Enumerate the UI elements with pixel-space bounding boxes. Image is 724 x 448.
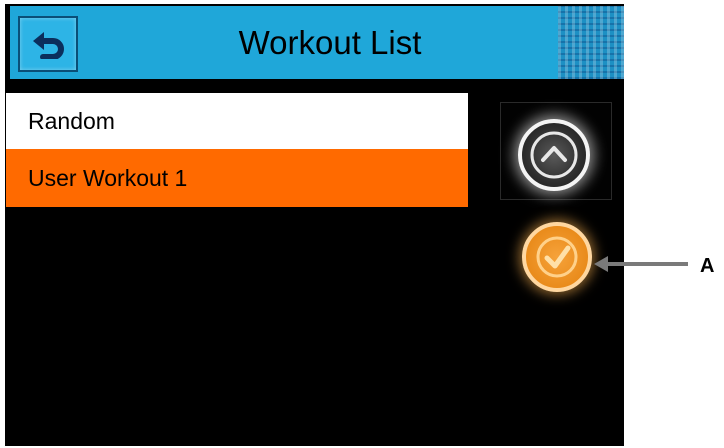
check-icon: [536, 236, 578, 278]
list-item-label: User Workout 1: [28, 164, 188, 191]
back-arrow-icon: [33, 32, 64, 59]
chevron-up-icon: [530, 131, 578, 179]
back-button[interactable]: [18, 16, 78, 72]
callout-label: A: [700, 255, 715, 277]
title-bar: Workout List: [10, 6, 624, 79]
page-title: Workout List: [238, 23, 422, 61]
list-item-user-workout-1[interactable]: User Workout 1: [6, 149, 468, 207]
scroll-up-button[interactable]: [518, 119, 590, 191]
workout-list: Random User Workout 1: [6, 93, 468, 207]
confirm-button[interactable]: [522, 222, 592, 292]
callout-arrow-line: [604, 262, 688, 266]
list-item-random[interactable]: Random: [6, 93, 468, 149]
list-item-label: Random: [28, 107, 115, 134]
device-screen: Workout List: [5, 4, 624, 446]
decorative-mosaic: [558, 6, 624, 79]
